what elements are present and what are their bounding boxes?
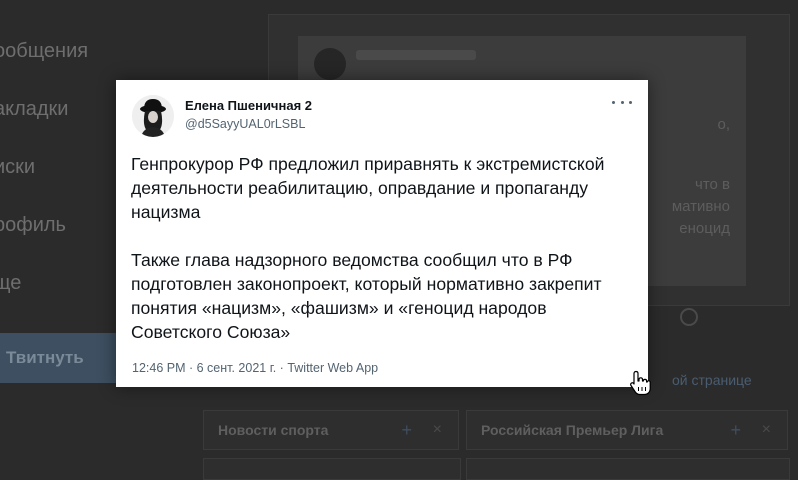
background-embed-text: что в xyxy=(695,176,730,193)
background-embed-text: мативно xyxy=(671,198,730,215)
plus-icon[interactable]: + xyxy=(401,420,412,441)
sidebar-item-bookmarks[interactable]: акладки xyxy=(0,98,68,121)
tweet-card: Елена Пшеничная 2 @d5SayyUAL0rLSBL Генпр… xyxy=(116,80,648,387)
close-icon[interactable]: × xyxy=(762,421,771,439)
trend-label: Российская Премьер Лига xyxy=(481,422,664,438)
trend-card-lower xyxy=(466,458,790,480)
sidebar-item-profile[interactable]: рофиль xyxy=(0,214,66,237)
sidebar-item-more[interactable]: ще xyxy=(0,272,21,295)
tweet-author-handle[interactable]: @d5SayyUAL0rLSBL xyxy=(185,117,305,131)
trend-card[interactable]: Новости спорта + × xyxy=(203,410,459,450)
tweet-author-name[interactable]: Елена Пшеничная 2 xyxy=(185,98,312,113)
hand-pointer-cursor-icon xyxy=(630,370,651,396)
tweet-paragraph: Генпрокурор РФ предложил приравнять к эк… xyxy=(131,154,605,222)
tweet-paragraph: Также глава надзорного ведомства сообщил… xyxy=(131,250,602,342)
plus-icon[interactable]: + xyxy=(730,420,741,441)
sidebar-item-messages[interactable]: ообщения xyxy=(0,40,88,63)
tweet-timestamp[interactable]: 12:46 PM · 6 сент. 2021 г. · Twitter Web… xyxy=(132,361,378,375)
avatar[interactable] xyxy=(132,95,174,137)
more-icon[interactable] xyxy=(612,95,632,109)
trend-label: Новости спорта xyxy=(218,422,329,438)
trend-card-lower xyxy=(203,458,461,480)
background-embed-text: о, xyxy=(717,116,730,133)
share-icon[interactable] xyxy=(680,308,698,326)
show-translation-link[interactable]: ой странице xyxy=(672,372,752,388)
sidebar-item-lists[interactable]: иски xyxy=(0,156,35,179)
avatar xyxy=(314,48,346,80)
trend-card[interactable]: Российская Премьер Лига + × xyxy=(466,410,788,450)
background-embed-name xyxy=(356,50,476,60)
close-icon[interactable]: × xyxy=(433,421,442,439)
background-embed-text: еноцид xyxy=(679,220,730,237)
avatar-illustration xyxy=(132,95,174,137)
tweet-text: Генпрокурор РФ предложил приравнять к эк… xyxy=(131,152,641,344)
